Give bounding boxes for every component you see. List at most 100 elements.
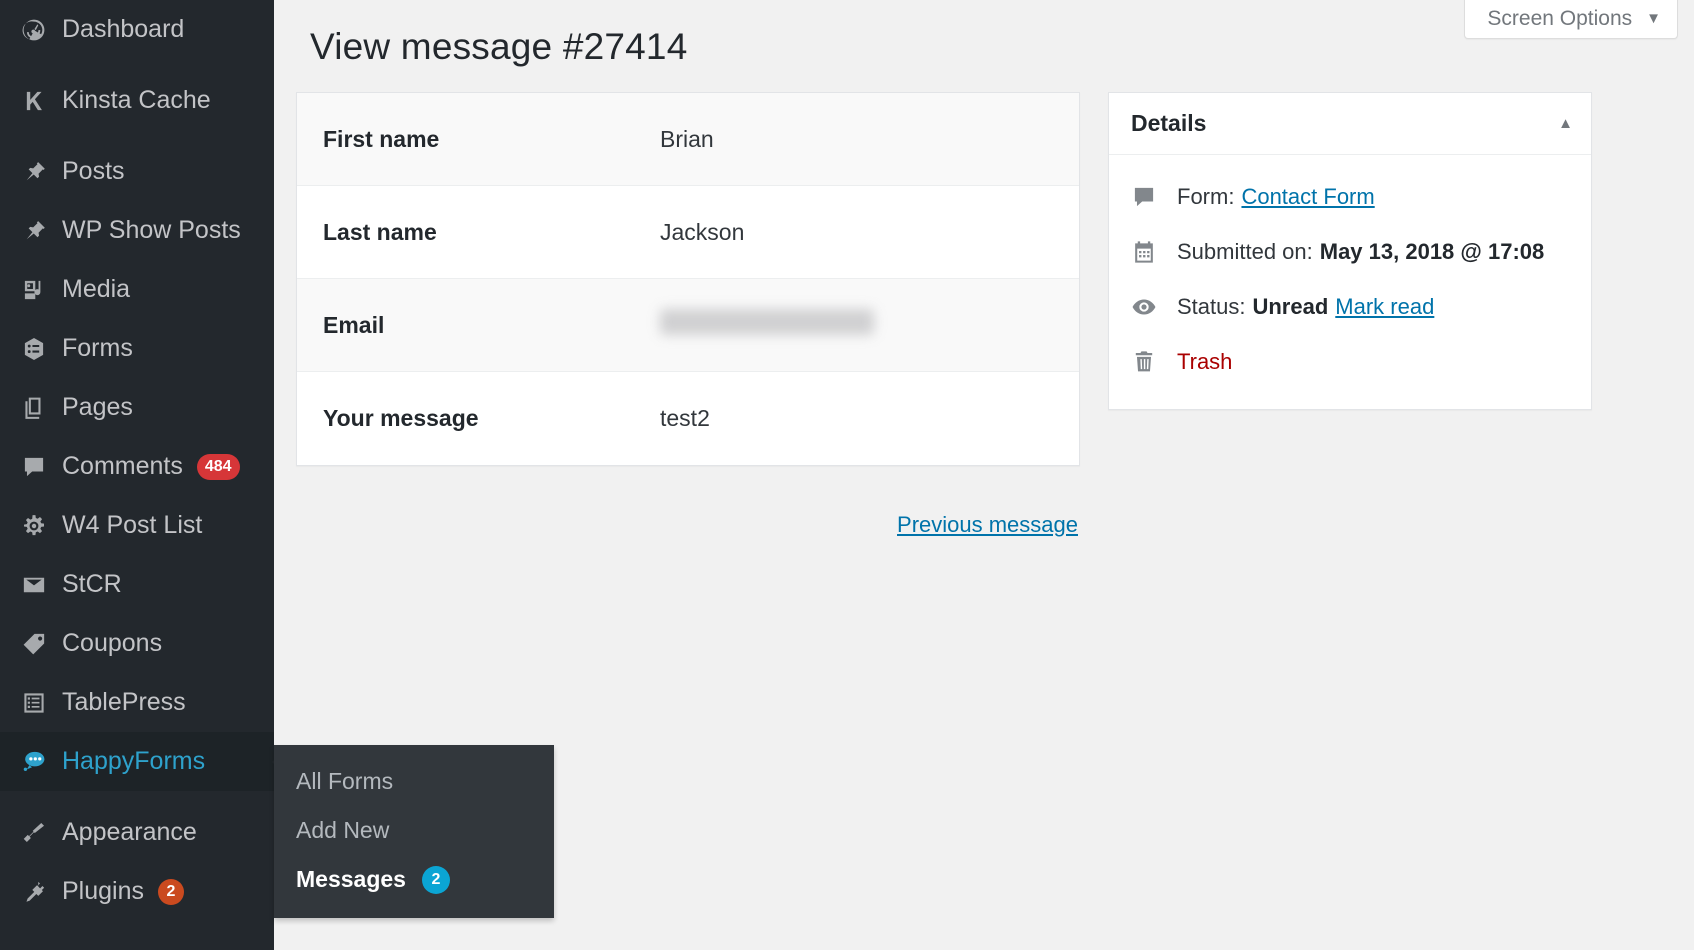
sidebar-item-forms[interactable]: Forms xyxy=(0,319,274,378)
message-field-value-email xyxy=(660,309,874,341)
submenu-item-label: All Forms xyxy=(296,768,394,794)
detail-row: Trash xyxy=(1109,334,1591,389)
sidebar-item-label: StCR xyxy=(62,570,122,598)
sidebar-item-comments[interactable]: Comments 484 xyxy=(0,437,274,496)
message-field-row: Your message test2 xyxy=(297,372,1079,465)
message-field-value-your-message: test2 xyxy=(660,405,710,431)
sidebar-item-label: HappyForms xyxy=(62,747,206,775)
trash-icon xyxy=(1131,349,1171,375)
details-panel-header[interactable]: Details ▲ xyxy=(1109,93,1591,155)
kinsta-k-icon xyxy=(10,88,58,114)
paintbrush-icon xyxy=(10,820,58,846)
message-field-value-first-name: Brian xyxy=(660,125,714,152)
details-panel-body: Form: Contact Form Submitted on: May 13, 20… xyxy=(1109,155,1591,409)
message-field-label-first-name: First name xyxy=(323,125,440,152)
submenu-item-label: Messages xyxy=(296,866,406,892)
happyforms-bubble-icon xyxy=(10,749,58,775)
detail-prefix: Status: xyxy=(1177,293,1246,319)
sidebar-item-w4-post-list[interactable]: W4 Post List xyxy=(0,496,274,555)
sidebar-item-label: TablePress xyxy=(62,688,186,716)
sidebar-item-label: Kinsta Cache xyxy=(62,86,211,114)
detail-prefix: Submitted on: xyxy=(1177,238,1313,264)
chevron-down-icon: ▼ xyxy=(1646,10,1661,27)
previous-message-link-wrapper: Previous message xyxy=(296,512,1080,538)
sidebar-item-count-badge: 2 xyxy=(158,878,184,905)
message-field-label-email: Email xyxy=(323,311,385,338)
submenu-item-messages[interactable]: Messages 2 xyxy=(274,855,554,904)
sidebar-item-coupons[interactable]: Coupons xyxy=(0,614,274,673)
sidebar-item-label: W4 Post List xyxy=(62,511,203,539)
detail-value: Unread xyxy=(1252,293,1329,319)
eye-icon xyxy=(1131,294,1171,320)
sidebar-item-count-badge: 484 xyxy=(196,453,240,480)
details-panel-title: Details xyxy=(1131,110,1207,136)
previous-message-link[interactable]: Previous message xyxy=(897,512,1078,537)
sidebar-item-label: WP Show Posts xyxy=(62,216,241,244)
sidebar-item-label: Pages xyxy=(62,393,133,421)
sidebar-item-label: Coupons xyxy=(62,629,163,657)
calendar-icon xyxy=(1131,239,1171,265)
message-field-row: Last name Jackson xyxy=(297,186,1079,279)
sidebar-item-tablepress[interactable]: TablePress xyxy=(0,673,274,732)
detail-link[interactable]: Contact Form xyxy=(1241,184,1374,209)
submenu-item-add-new[interactable]: Add New xyxy=(274,806,554,855)
gear-icon xyxy=(10,513,58,539)
admin-sidebar: Dashboard Kinsta Cache Posts WP Show Posts M… xyxy=(0,0,274,950)
message-field-label-last-name: Last name xyxy=(323,218,437,245)
envelope-icon xyxy=(10,572,58,598)
sidebar-item-label: Comments xyxy=(62,452,183,480)
forms-icon xyxy=(10,336,58,362)
screen-options-button[interactable]: Screen Options ▼ xyxy=(1464,0,1678,39)
sidebar-item-label: Posts xyxy=(62,157,125,185)
sidebar-item-media[interactable]: Media xyxy=(0,260,274,319)
details-panel: Details ▲ Form: Contact Form Submitted on:… xyxy=(1108,92,1592,410)
detail-row: Submitted on: May 13, 2018 @ 17:08 xyxy=(1109,224,1591,279)
sidebar-item-label: Plugins xyxy=(62,877,144,905)
sidebar-item-label: Dashboard xyxy=(62,15,185,43)
list-icon xyxy=(10,690,58,716)
pin-icon xyxy=(10,159,58,185)
wp-admin-screen: Dashboard Kinsta Cache Posts WP Show Posts M… xyxy=(0,0,1694,950)
pin-icon xyxy=(10,218,58,244)
plug-icon xyxy=(10,879,58,905)
detail-link[interactable]: Mark read xyxy=(1335,294,1434,319)
redacted-email-value xyxy=(660,309,874,335)
detail-row: Status: Unread Mark read xyxy=(1109,279,1591,334)
message-fields-table: First name Brian Last name Jackson Email Your… xyxy=(296,92,1080,466)
sidebar-item-happyforms[interactable]: HappyForms xyxy=(0,732,274,791)
sidebar-item-stcr[interactable]: StCR xyxy=(0,555,274,614)
detail-row: Form: Contact Form xyxy=(1109,169,1591,224)
comment-bubble-icon xyxy=(1131,184,1171,210)
sidebar-separator xyxy=(0,130,274,142)
comment-bubble-icon xyxy=(10,454,58,480)
detail-link[interactable]: Trash xyxy=(1177,349,1232,374)
message-field-value-last-name: Jackson xyxy=(660,218,745,245)
sidebar-item-pages[interactable]: Pages xyxy=(0,378,274,437)
submenu-item-label: Add New xyxy=(296,817,390,843)
tag-icon xyxy=(10,631,58,657)
sidebar-item-appearance[interactable]: Appearance xyxy=(0,803,274,862)
submenu-item-count-badge: 2 xyxy=(421,865,450,894)
submenu-item-all-forms[interactable]: All Forms xyxy=(274,757,554,806)
sidebar-item-label: Appearance xyxy=(62,818,197,846)
detail-value: May 13, 2018 @ 17:08 xyxy=(1319,238,1545,264)
screen-options-label: Screen Options xyxy=(1487,6,1633,30)
sidebar-separator xyxy=(0,791,274,803)
pages-icon xyxy=(10,395,58,421)
detail-prefix: Form: xyxy=(1177,183,1235,209)
sidebar-item-label: Media xyxy=(62,275,131,303)
message-field-label-your-message: Your message xyxy=(323,405,479,431)
dashboard-icon xyxy=(10,17,58,43)
page-title: View message #27414 xyxy=(310,26,688,67)
sidebar-item-wp-show-posts[interactable]: WP Show Posts xyxy=(0,201,274,260)
sidebar-item-label: Forms xyxy=(62,334,133,362)
chevron-up-icon: ▲ xyxy=(1558,115,1573,132)
message-field-row: First name Brian xyxy=(297,93,1079,186)
sidebar-item-posts[interactable]: Posts xyxy=(0,142,274,201)
media-icon xyxy=(10,277,58,303)
message-field-row: Email xyxy=(297,279,1079,372)
sidebar-separator xyxy=(0,59,274,71)
sidebar-item-plugins[interactable]: Plugins 2 xyxy=(0,862,274,921)
sidebar-item-dashboard[interactable]: Dashboard xyxy=(0,0,274,59)
sidebar-item-kinsta-cache[interactable]: Kinsta Cache xyxy=(0,71,274,130)
